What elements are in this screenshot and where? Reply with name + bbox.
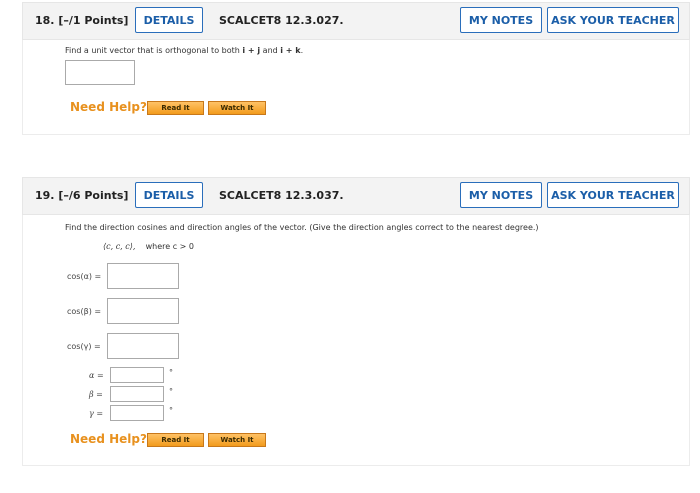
q18-number-points: 18. [–/1 Points] (35, 14, 128, 27)
q19-vector-line: ⟨c, c, c⟩, where c > 0 (103, 242, 194, 251)
q19-beta-input[interactable] (110, 386, 164, 402)
q19-details-button[interactable]: DETAILS (135, 182, 203, 208)
q18-read-it-button[interactable]: Read It (147, 101, 204, 115)
q19-my-notes-button[interactable]: MY NOTES (460, 182, 542, 208)
q19-alpha-input[interactable] (110, 367, 164, 383)
q19-header: 19. [–/6 Points] DETAILS SCALCET8 12.3.0… (22, 177, 690, 215)
q19-cos-gamma-input[interactable] (107, 333, 179, 359)
q19-condition: where c > 0 (145, 242, 194, 251)
q18-body: Find a unit vector that is orthogonal to… (22, 40, 690, 135)
q19-gamma-input[interactable] (110, 405, 164, 421)
q18-prompt-mid: and (260, 46, 281, 55)
q18-need-help: Need Help? (70, 100, 147, 114)
q18-prompt: Find a unit vector that is orthogonal to… (65, 46, 303, 55)
q19-prompt: Find the direction cosines and direction… (65, 223, 539, 232)
q18-details-button[interactable]: DETAILS (135, 7, 203, 33)
q19-read-it-button[interactable]: Read It (147, 433, 204, 447)
q19-gamma-degree: ° (169, 406, 173, 415)
q19-gamma-label: γ = (89, 409, 104, 418)
q19-body: Find the direction cosines and direction… (22, 215, 690, 466)
q19-source: SCALCET8 12.3.037. (219, 189, 344, 202)
q18-prompt-prefix: Find a unit vector that is orthogonal to… (65, 46, 243, 55)
q19-cos-alpha-label: cos(α) = (67, 272, 102, 281)
q18-source: SCALCET8 12.3.027. (219, 14, 344, 27)
q19-cos-alpha-input[interactable] (107, 263, 179, 289)
q19-cos-beta-input[interactable] (107, 298, 179, 324)
q19-cos-gamma-label: cos(γ) = (67, 342, 101, 351)
q18-vector-2: i + k (280, 46, 301, 55)
q19-need-help: Need Help? (70, 432, 147, 446)
q19-beta-degree: ° (169, 387, 173, 396)
q19-points: [–/6 Points] (58, 189, 129, 202)
q18-watch-it-button[interactable]: Watch It (208, 101, 266, 115)
q18-ask-teacher-button[interactable]: ASK YOUR TEACHER (547, 7, 679, 33)
q19-vector: ⟨c, c, c⟩, (103, 242, 136, 251)
q19-watch-it-button[interactable]: Watch It (208, 433, 266, 447)
q18-prompt-suffix: . (300, 46, 304, 55)
q18-vector-1: i + j (242, 46, 261, 55)
q18-answer-input[interactable] (65, 60, 135, 85)
q18-header: 18. [–/1 Points] DETAILS SCALCET8 12.3.0… (22, 2, 690, 40)
q18-my-notes-button[interactable]: MY NOTES (460, 7, 542, 33)
q19-cos-beta-label: cos(β) = (67, 307, 102, 316)
q18-points: [–/1 Points] (58, 14, 129, 27)
q19-beta-label: β = (89, 390, 103, 399)
q19-number-points: 19. [–/6 Points] (35, 189, 128, 202)
q19-alpha-degree: ° (169, 368, 173, 377)
q19-alpha-label: α = (89, 371, 104, 380)
q19-ask-teacher-button[interactable]: ASK YOUR TEACHER (547, 182, 679, 208)
q18-number: 18. (35, 14, 55, 27)
q19-number: 19. (35, 189, 55, 202)
